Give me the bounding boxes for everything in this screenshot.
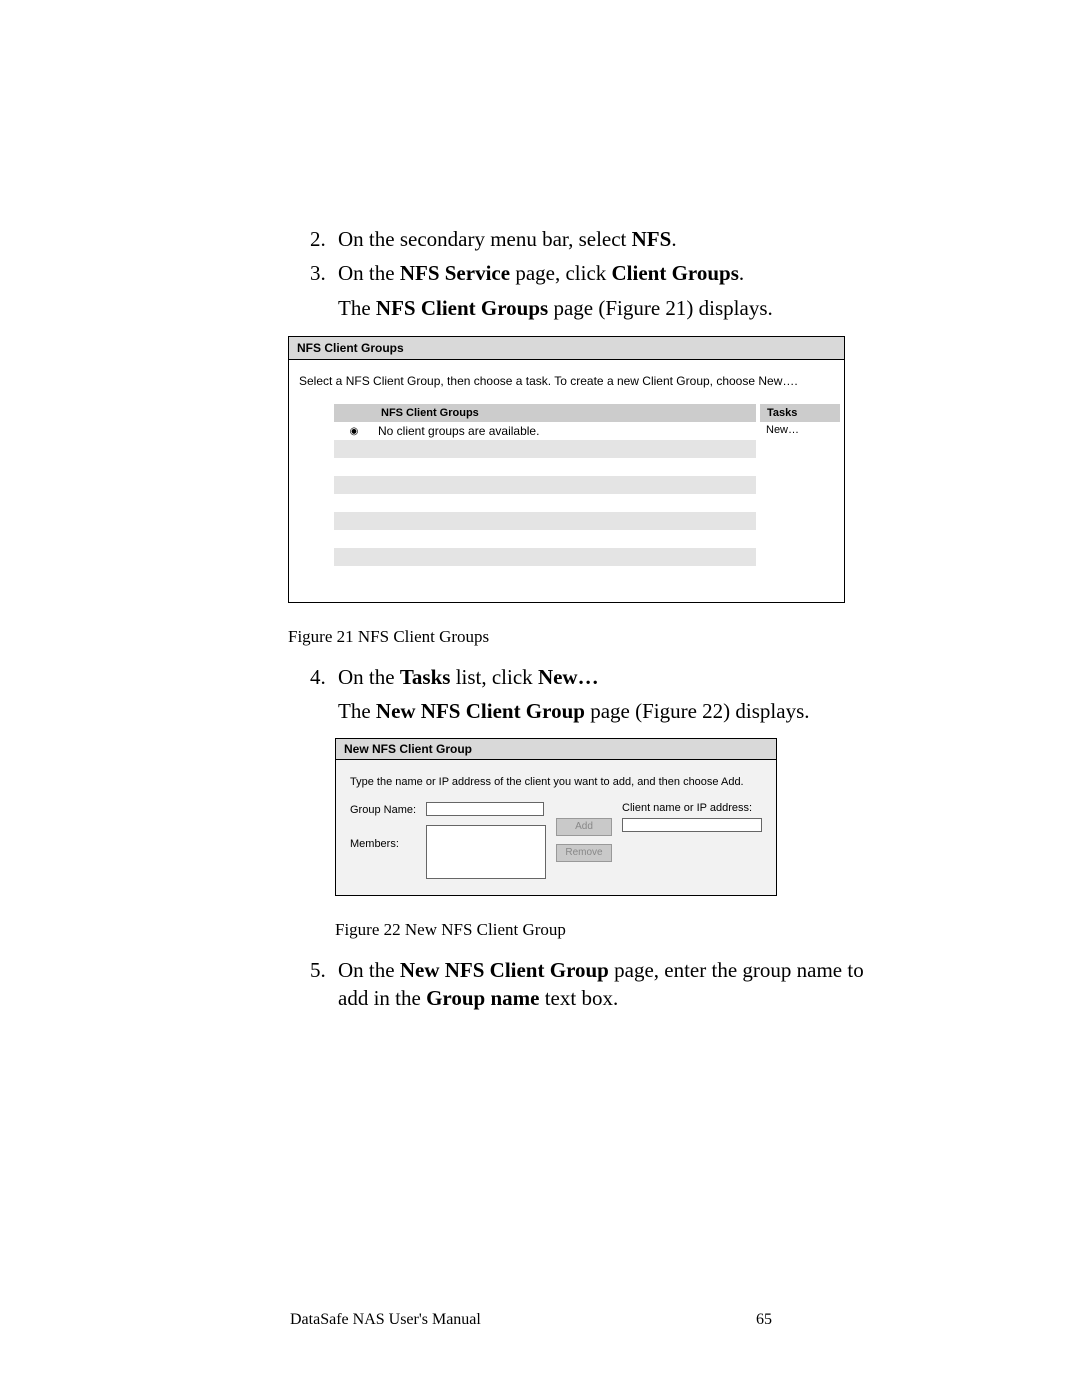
figure-22-title: New NFS Client Group <box>336 739 776 760</box>
add-button[interactable]: Add <box>556 818 612 836</box>
figure-21-description: Select a NFS Client Group, then choose a… <box>289 360 844 404</box>
step-4: 4. On the Tasks list, click New… <box>310 663 885 691</box>
table-row <box>334 440 756 458</box>
page-footer: DataSafe NAS User's Manual 65 <box>290 1311 772 1329</box>
client-ip-block: Client name or IP address: <box>622 802 762 832</box>
step-text: On the New NFS Client Group page, enter … <box>338 956 885 1013</box>
table-row <box>334 494 756 512</box>
step-4-followup: The New NFS Client Group page (Figure 22… <box>338 697 885 725</box>
remove-button[interactable]: Remove <box>556 844 612 862</box>
step-number: 4. <box>310 663 338 691</box>
table-row <box>334 458 756 476</box>
step-number: 2. <box>310 225 338 253</box>
radio-selected-icon[interactable]: ◉ <box>334 422 374 440</box>
table-row <box>334 530 756 548</box>
figure-22-panel: New NFS Client Group Type the name or IP… <box>335 738 777 896</box>
step-2: 2. On the secondary menu bar, select NFS… <box>310 225 885 253</box>
table-row: ◉ No client groups are available. <box>334 422 756 440</box>
group-name-label: Group Name: <box>350 804 418 816</box>
step-5: 5. On the New NFS Client Group page, ent… <box>310 956 885 1013</box>
page-number: 65 <box>756 1311 772 1329</box>
members-label: Members: <box>350 838 418 850</box>
members-listbox[interactable] <box>426 825 546 879</box>
figure-22-body: Type the name or IP address of the clien… <box>336 760 776 895</box>
document-page: 2. On the secondary menu bar, select NFS… <box>0 0 1080 1397</box>
step-number: 5. <box>310 956 338 1013</box>
tasks-column: Tasks New… <box>760 404 840 584</box>
table-row <box>334 566 756 584</box>
figure-22-form-row: Group Name: Members: Add Remove Client n… <box>350 802 762 879</box>
task-new-link[interactable]: New… <box>760 422 840 440</box>
step-text: On the Tasks list, click New… <box>338 663 885 691</box>
nfs-groups-header: NFS Client Groups <box>334 404 756 422</box>
table-row <box>334 548 756 566</box>
table-row <box>334 512 756 530</box>
form-labels: Group Name: Members: <box>350 802 418 850</box>
step-text: On the secondary menu bar, select NFS. <box>338 225 885 253</box>
step-3-followup: The NFS Client Groups page (Figure 21) d… <box>338 294 885 322</box>
client-ip-label: Client name or IP address: <box>622 802 762 814</box>
row-text: No client groups are available. <box>374 422 756 440</box>
figure-22-caption: Figure 22 New NFS Client Group <box>335 920 885 940</box>
form-inputs <box>426 802 546 879</box>
instruction-list-continued-2: 5. On the New NFS Client Group page, ent… <box>310 956 885 1013</box>
instruction-list-continued: 4. On the Tasks list, click New… The New… <box>310 663 885 726</box>
figure-21-panel: NFS Client Groups Select a NFS Client Gr… <box>288 336 845 603</box>
figure-21-body: NFS Client Groups ◉ No client groups are… <box>289 404 844 602</box>
instruction-list: 2. On the secondary menu bar, select NFS… <box>310 225 885 322</box>
footer-title: DataSafe NAS User's Manual <box>290 1311 481 1329</box>
figure-21-caption: Figure 21 NFS Client Groups <box>288 627 885 647</box>
group-name-input[interactable] <box>426 802 544 816</box>
form-buttons: Add Remove <box>554 802 614 862</box>
figure-21-title: NFS Client Groups <box>289 337 844 360</box>
figure-22-description: Type the name or IP address of the clien… <box>350 776 762 788</box>
step-number: 3. <box>310 259 338 287</box>
nfs-groups-column: NFS Client Groups ◉ No client groups are… <box>334 404 756 584</box>
step-text: On the NFS Service page, click Client Gr… <box>338 259 885 287</box>
table-row <box>334 476 756 494</box>
tasks-header: Tasks <box>760 404 840 422</box>
client-ip-input[interactable] <box>622 818 762 832</box>
step-3: 3. On the NFS Service page, click Client… <box>310 259 885 287</box>
